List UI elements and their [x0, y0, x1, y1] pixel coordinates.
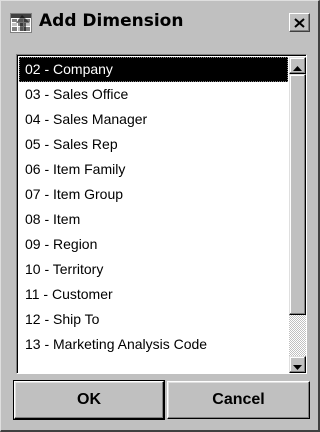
- scrollbar-thumb[interactable]: [289, 74, 306, 315]
- dimension-table-icon: [10, 13, 32, 33]
- title-bar[interactable]: Add Dimension: [3, 3, 316, 40]
- vertical-scrollbar[interactable]: [289, 57, 306, 373]
- list-item[interactable]: 09 - Region: [19, 232, 288, 257]
- list-item[interactable]: 12 - Ship To: [19, 307, 288, 332]
- cancel-button[interactable]: Cancel: [167, 381, 310, 419]
- list-item[interactable]: 02 - Company: [19, 57, 288, 82]
- dimension-list: 02 - Company 03 - Sales Office 04 - Sales …: [19, 57, 288, 357]
- list-item[interactable]: 10 - Territory: [19, 257, 288, 282]
- list-item[interactable]: 11 - Customer: [19, 282, 288, 307]
- ok-button[interactable]: OK: [13, 380, 165, 420]
- close-icon: [294, 13, 305, 32]
- list-item[interactable]: 13 - Marketing Analysis Code: [19, 332, 288, 357]
- close-button[interactable]: [289, 13, 310, 32]
- dimension-listbox[interactable]: 02 - Company 03 - Sales Office 04 - Sales …: [16, 54, 307, 374]
- list-item[interactable]: 08 - Item: [19, 207, 288, 232]
- list-item[interactable]: 03 - Sales Office: [19, 82, 288, 107]
- list-item[interactable]: 07 - Item Group: [19, 182, 288, 207]
- arrow-down-icon: [293, 355, 302, 373]
- list-item[interactable]: 05 - Sales Rep: [19, 132, 288, 157]
- list-item[interactable]: 06 - Item Family: [19, 157, 288, 182]
- scroll-up-button[interactable]: [289, 57, 306, 74]
- list-item[interactable]: 04 - Sales Manager: [19, 107, 288, 132]
- arrow-up-icon: [293, 56, 302, 75]
- dialog-title: Add Dimension: [39, 11, 184, 31]
- scroll-down-button[interactable]: [289, 356, 306, 373]
- add-dimension-dialog: Add Dimension 02 - Company 03 - Sales Off…: [0, 0, 320, 432]
